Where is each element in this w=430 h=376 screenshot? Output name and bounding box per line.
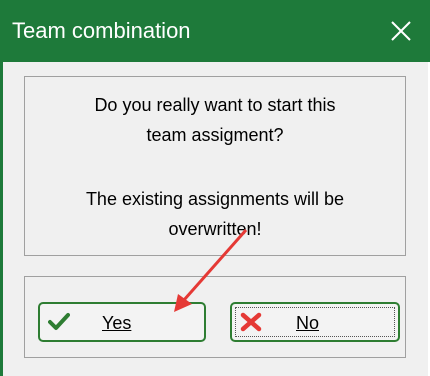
no-label: No: [296, 312, 319, 334]
close-button[interactable]: [372, 0, 430, 62]
message-panel: Do you really want to start this team as…: [24, 76, 406, 256]
no-label-text: No: [296, 313, 320, 333]
close-icon: [391, 21, 411, 41]
x-cross-icon: [240, 312, 262, 332]
yes-button[interactable]: Yes: [38, 302, 206, 342]
yes-label-text: Yes: [102, 313, 132, 333]
yes-label: Yes: [102, 312, 131, 334]
message-line: The existing assignments will be: [85, 189, 345, 209]
message-line: Do you really want to start this: [94, 95, 336, 115]
dialog-window: Team combination Do you really want to s…: [0, 0, 430, 376]
checkmark-icon: [48, 313, 70, 330]
message-line: overwritten!: [168, 219, 262, 239]
window-border: [0, 62, 3, 376]
message-line: team assigment?: [146, 125, 284, 145]
no-button[interactable]: No: [230, 302, 400, 342]
dialog-title: Team combination: [12, 18, 191, 43]
title-bar[interactable]: Team combination: [0, 0, 430, 62]
